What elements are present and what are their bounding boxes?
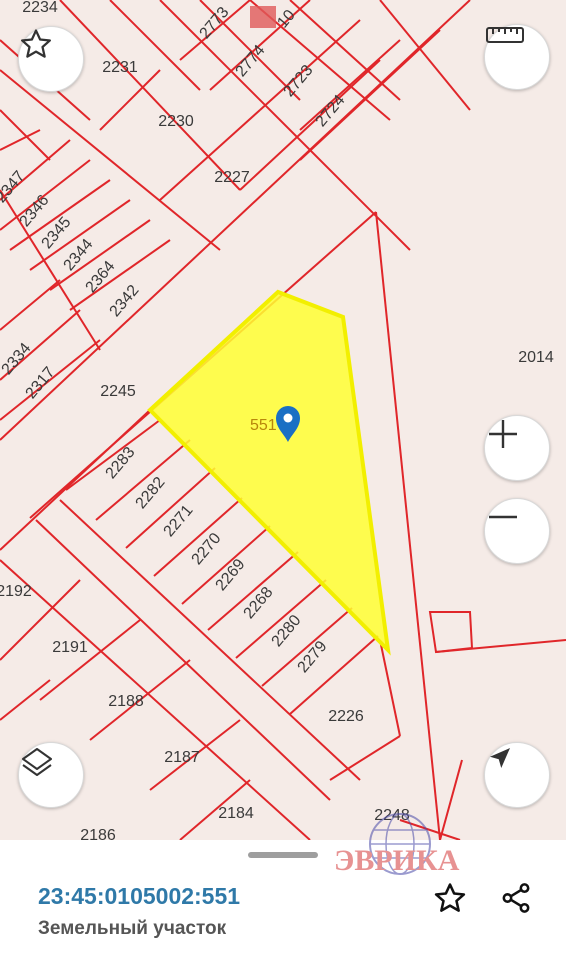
- share-button[interactable]: [496, 878, 536, 918]
- sheet-drag-handle[interactable]: [248, 852, 318, 858]
- parcel-label: 2345: [39, 214, 75, 252]
- cadastral-number: 23:45:0105002:551: [38, 883, 241, 909]
- zoom-out-button[interactable]: [484, 498, 550, 564]
- parcel-label: 2269: [213, 556, 249, 594]
- parcel-label: 2231: [102, 59, 138, 76]
- parcel-label: 2723: [281, 62, 317, 100]
- plus-icon: [489, 420, 517, 448]
- parcel-label: 2227: [214, 169, 250, 186]
- parcel-label: 2271: [161, 502, 197, 540]
- ruler-icon: [486, 27, 524, 43]
- layers-button[interactable]: [18, 742, 84, 808]
- parcel-label: 2334: [0, 340, 35, 378]
- minus-icon: [489, 515, 517, 519]
- parcel-label: 2342: [107, 282, 143, 320]
- watermark-logo: ЭВРИКА: [334, 798, 484, 890]
- parcel-label: 2270: [189, 530, 225, 568]
- parcel-label: 2230: [158, 113, 194, 130]
- parcel-label: 2774: [233, 42, 269, 80]
- parcel-label: 2187: [164, 749, 200, 766]
- navigation-arrow-icon: [490, 748, 510, 768]
- object-type: Земельный участок: [38, 918, 227, 939]
- parcel-label: 2279: [295, 638, 331, 676]
- parcel-label: 2186: [80, 827, 116, 840]
- share-icon: [502, 883, 530, 913]
- star-icon: [20, 29, 52, 58]
- ruler-button[interactable]: [484, 24, 550, 90]
- parcel-label: 2226: [328, 708, 364, 725]
- selected-parcel-label: 551: [250, 417, 277, 434]
- parcel-label: 2268: [241, 584, 277, 622]
- parcel-label: 2347: [0, 168, 29, 206]
- watermark-text: ЭВРИКА: [334, 844, 460, 877]
- parcel-label: 2184: [218, 805, 254, 822]
- parcel-label: 2245: [100, 383, 136, 400]
- favorite-button[interactable]: [18, 26, 84, 92]
- parcel-label: 2344: [61, 236, 97, 274]
- zoom-in-button[interactable]: [484, 415, 550, 481]
- cadastral-map[interactable]: 2234 2231 2230 2227 2773 2774 2723 2724 10 2347 23…: [0, 0, 566, 840]
- parcel-label: 2188: [108, 693, 144, 710]
- parcel-label: 2773: [197, 4, 233, 42]
- parcel-label: 2282: [133, 474, 169, 512]
- parcel-label: 2191: [52, 639, 88, 656]
- layers-icon: [22, 748, 52, 776]
- map-canvas[interactable]: 2234223122302227277327742723272410234723…: [0, 0, 566, 840]
- parcel-label: 2724: [313, 92, 349, 130]
- parcel-label: 2014: [518, 349, 554, 366]
- parcel-label: 2192: [0, 583, 32, 600]
- parcel-label: 2317: [23, 364, 59, 402]
- building-marker: [250, 6, 276, 28]
- parcel-label: 2280: [269, 612, 305, 650]
- my-location-button[interactable]: [484, 742, 550, 808]
- parcel-label: 2234: [22, 0, 58, 16]
